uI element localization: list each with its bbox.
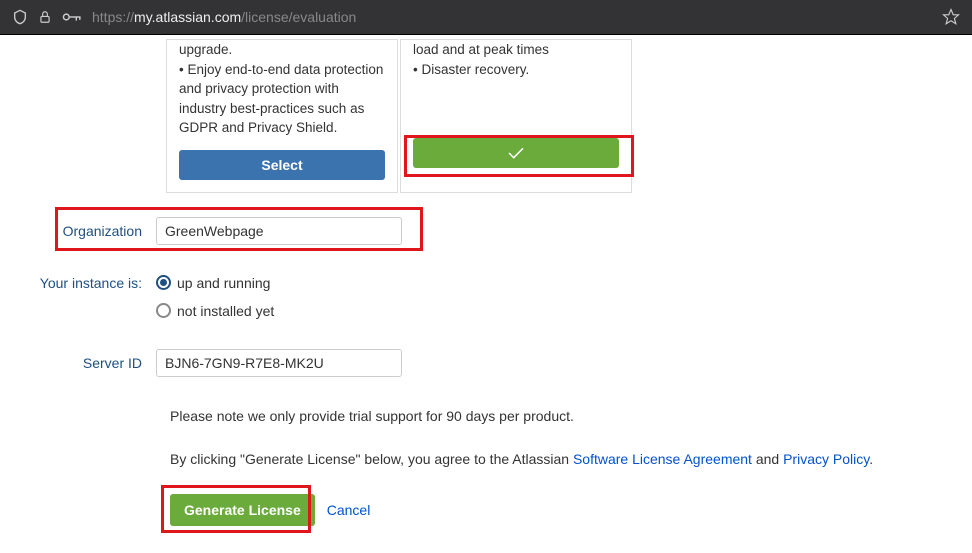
browser-url-bar: https://my.atlassian.com/license/evaluat… xyxy=(0,0,972,34)
radio-icon-unchecked xyxy=(156,303,171,318)
server-id-label: Server ID xyxy=(0,355,156,371)
agreement-note: By clicking "Generate License" below, yo… xyxy=(170,450,972,470)
server-id-input[interactable] xyxy=(156,349,402,377)
plan-card-right-text: load and at peak times • Disaster recove… xyxy=(413,40,619,79)
highlight-selected-plan xyxy=(404,135,634,177)
radio-up-running-label: up and running xyxy=(177,275,270,291)
highlight-organization xyxy=(55,207,423,251)
shield-icon[interactable] xyxy=(12,9,28,25)
instance-radio-group: up and running not installed yet xyxy=(156,275,274,319)
card-right-line1: load and at peak times xyxy=(413,42,549,57)
radio-not-installed-label: not installed yet xyxy=(177,303,274,319)
bookmark-star-icon[interactable] xyxy=(942,8,960,26)
lock-icon[interactable] xyxy=(38,9,52,25)
server-id-row: Server ID xyxy=(0,349,972,377)
radio-icon-checked xyxy=(156,275,171,290)
url-text[interactable]: https://my.atlassian.com/license/evaluat… xyxy=(92,9,932,25)
instance-status-row: Your instance is: up and running not ins… xyxy=(0,275,972,319)
license-form: Organization Your instance is: up and ru… xyxy=(0,217,972,526)
agree-prefix: By clicking "Generate License" below, yo… xyxy=(170,451,573,467)
cancel-link[interactable]: Cancel xyxy=(327,502,371,518)
software-license-link[interactable]: Software License Agreement xyxy=(573,451,752,467)
plan-card-left-text: upgrade. • Enjoy end-to-end data protect… xyxy=(179,40,385,138)
select-plan-button[interactable]: Select xyxy=(179,150,385,180)
card-right-line2: • Disaster recovery. xyxy=(413,62,529,77)
highlight-generate-button xyxy=(161,485,311,533)
privacy-policy-link[interactable]: Privacy Policy xyxy=(783,451,869,467)
radio-not-installed[interactable]: not installed yet xyxy=(156,303,274,319)
card-left-line2: • Enjoy end-to-end data protection and p… xyxy=(179,62,383,136)
radio-up-running[interactable]: up and running xyxy=(156,275,274,291)
url-path: /license/evaluation xyxy=(241,9,356,25)
url-domain: my.atlassian.com xyxy=(134,9,241,25)
plan-card-left: upgrade. • Enjoy end-to-end data protect… xyxy=(166,39,398,193)
url-prefix: https:// xyxy=(92,9,134,25)
trial-note: Please note we only provide trial suppor… xyxy=(170,407,972,427)
instance-status-label: Your instance is: xyxy=(0,275,156,291)
card-left-line1: upgrade. xyxy=(179,42,232,57)
permissions-icon[interactable] xyxy=(62,10,82,24)
agree-mid: and xyxy=(752,451,783,467)
agree-suffix: . xyxy=(869,451,873,467)
